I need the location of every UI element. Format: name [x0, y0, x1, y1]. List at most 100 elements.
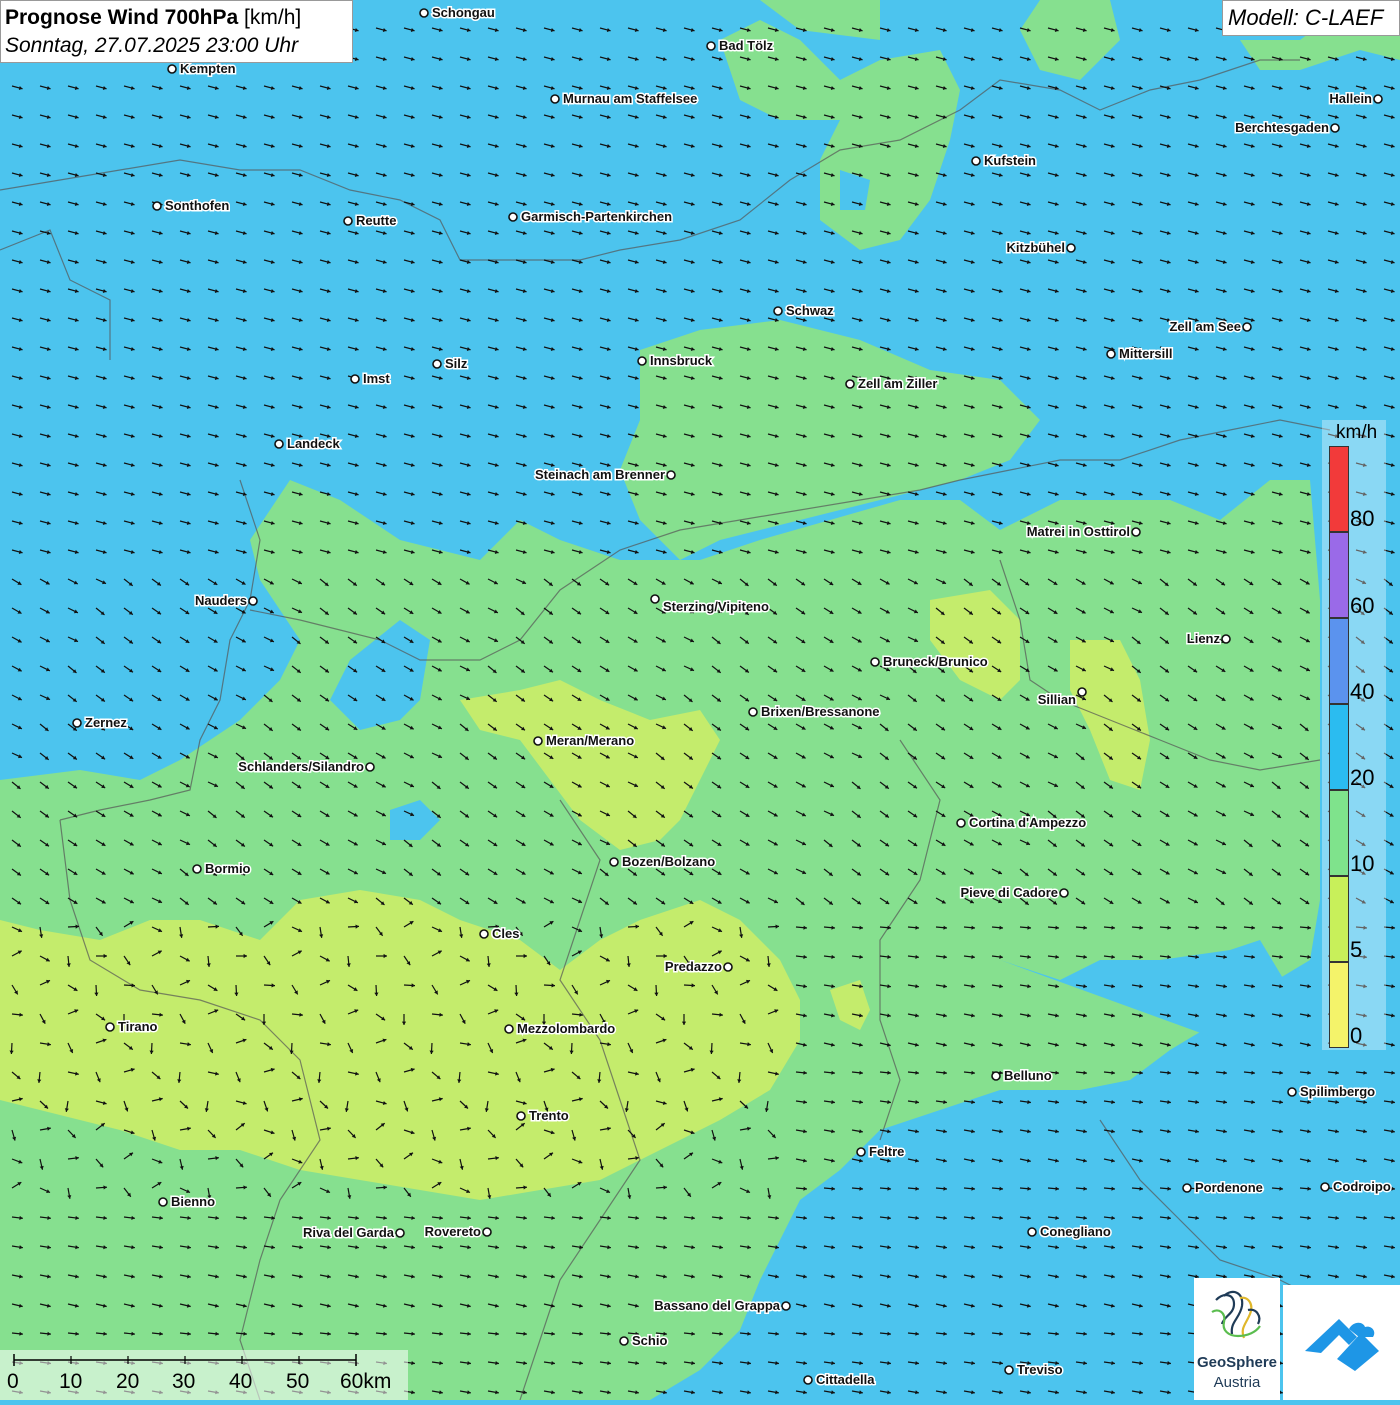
city-marker	[365, 762, 375, 772]
geosphere-logo[interactable]: GeoSphere Austria	[1194, 1278, 1280, 1400]
city-label: Lienz	[1187, 631, 1221, 646]
city-marker	[971, 156, 981, 166]
city-marker	[274, 439, 284, 449]
city-label: Schlanders/Silandro	[238, 759, 364, 774]
legend-label-10: 10	[1350, 851, 1375, 876]
city-marker	[167, 64, 177, 74]
city-label: Mezzolombardo	[517, 1021, 615, 1036]
city-label: Cortina d'Ampezzo	[969, 815, 1086, 830]
legend-swatch-20	[1329, 704, 1349, 790]
city-marker	[550, 94, 560, 104]
city-marker	[1242, 322, 1252, 332]
title-box: Prognose Wind 700hPa [km/h] Sonntag, 27.…	[0, 0, 353, 63]
scale-label-10: 10	[59, 1370, 83, 1393]
city-label: Imst	[363, 371, 390, 386]
city-marker	[432, 359, 442, 369]
city-marker	[619, 1336, 629, 1346]
city-marker	[870, 657, 880, 667]
legend-swatch-10	[1329, 790, 1349, 876]
legend-swatch-5	[1329, 876, 1349, 962]
geosphere-app-icon[interactable]	[1283, 1285, 1400, 1400]
city-label: Tirano	[118, 1019, 158, 1034]
legend-swatch-60	[1329, 532, 1349, 618]
scale-label-60km: 60km	[340, 1370, 392, 1393]
city-marker	[845, 379, 855, 389]
city-marker	[482, 1227, 492, 1237]
scale-bar: 0 10 20 30 40 50 60km	[0, 1350, 408, 1400]
city-label: Riva del Garda	[303, 1225, 395, 1240]
legend-unit: km/h	[1336, 422, 1378, 443]
geosphere-sub: Austria	[1213, 1374, 1261, 1391]
city-label: Pordenone	[1195, 1180, 1263, 1195]
city-label: Rovereto	[425, 1224, 481, 1239]
city-label: Bad Tölz	[719, 38, 774, 53]
city-label: Cles	[492, 926, 519, 941]
city-label: Reutte	[356, 213, 396, 228]
city-label: Zernez	[85, 715, 127, 730]
city-marker	[72, 718, 82, 728]
city-marker	[1330, 123, 1340, 133]
city-label: Predazzo	[665, 959, 722, 974]
city-marker	[1027, 1227, 1037, 1237]
city-marker	[1182, 1183, 1192, 1193]
city-marker	[516, 1111, 526, 1121]
city-label: Landeck	[287, 436, 341, 451]
city-label: Bienno	[171, 1194, 215, 1209]
city-label: Murnau am Staffelsee	[563, 91, 697, 106]
city-marker	[748, 707, 758, 717]
city-marker	[192, 864, 202, 874]
city-label: Schwaz	[786, 303, 834, 318]
city-marker	[350, 374, 360, 384]
city-marker	[1373, 94, 1383, 104]
city-marker	[1221, 634, 1231, 644]
city-label: Matrei in Osttirol	[1027, 524, 1130, 539]
legend-label-40: 40	[1350, 679, 1375, 704]
city-label: Schio	[632, 1333, 667, 1348]
city-marker	[419, 8, 429, 18]
map-title-text: Prognose Wind 700hPa	[5, 6, 239, 29]
city-marker	[105, 1022, 115, 1032]
legend-label-5: 5	[1350, 937, 1363, 962]
city-marker	[1077, 687, 1087, 697]
city-label: Brixen/Bressanone	[761, 704, 880, 719]
forecast-datetime: Sonntag, 27.07.2025 23:00 Uhr	[5, 34, 299, 57]
city-marker	[856, 1147, 866, 1157]
city-label: Schongau	[432, 5, 495, 20]
scale-label-0: 0	[7, 1370, 19, 1393]
city-label: Kufstein	[984, 153, 1036, 168]
city-marker	[1059, 888, 1069, 898]
city-marker	[1320, 1182, 1330, 1192]
city-marker	[248, 596, 258, 606]
legend-label-0: 0	[1350, 1023, 1363, 1048]
city-label: Hallein	[1329, 91, 1372, 106]
geosphere-name: GeoSphere	[1196, 1354, 1278, 1371]
wind-map[interactable]: Schongau Bad Tölz Kempten Murnau am Staffel…	[0, 0, 1400, 1400]
scale-label-20: 20	[116, 1370, 140, 1393]
city-label: Nauders	[195, 593, 247, 608]
legend-swatch-40	[1329, 618, 1349, 704]
city-marker	[158, 1197, 168, 1207]
city-label: Kitzbühel	[1007, 240, 1066, 255]
city-label: Conegliano	[1040, 1224, 1111, 1239]
app-mountain-icon	[1305, 1319, 1379, 1371]
city-label: Berchtesgaden	[1235, 120, 1329, 135]
city-marker	[706, 41, 716, 51]
city-label: Trento	[529, 1108, 569, 1123]
city-marker	[533, 736, 543, 746]
city-label: Sillian	[1038, 692, 1076, 707]
scale-label-50: 50	[286, 1370, 310, 1393]
map-title-unit: [km/h]	[244, 6, 302, 29]
city-marker	[504, 1024, 514, 1034]
city-label: Bormio	[205, 861, 251, 876]
city-marker	[991, 1071, 1001, 1081]
city-label: Spilimbergo	[1300, 1084, 1375, 1099]
scale-label-40: 40	[229, 1370, 253, 1393]
city-label: Codroipo	[1333, 1179, 1391, 1194]
city-label: Silz	[445, 356, 468, 371]
geosphere-emblem-icon	[1211, 1290, 1261, 1339]
city-marker	[637, 356, 647, 366]
city-label: Feltre	[869, 1144, 904, 1159]
city-label: Bozen/Bolzano	[622, 854, 715, 869]
city-label: Sterzing/Vipiteno	[663, 599, 769, 614]
city-marker	[650, 594, 660, 604]
